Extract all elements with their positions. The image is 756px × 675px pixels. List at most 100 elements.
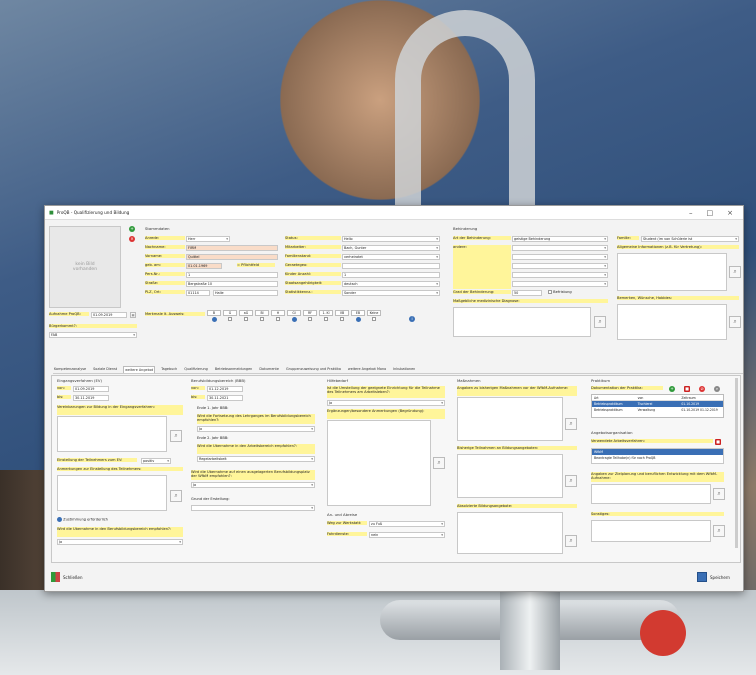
close-button[interactable]: Schließen — [51, 572, 82, 582]
panel-scrollbar[interactable] — [735, 378, 738, 548]
massnahmen-c-textarea[interactable] — [457, 512, 563, 554]
merkmal-box[interactable] — [372, 317, 376, 321]
tab-item[interactable]: weitere Angebot Mono — [347, 366, 387, 373]
vorname-field[interactable]: Quittel — [186, 254, 278, 260]
eingang-von-field[interactable]: 01.09.2019 — [73, 386, 109, 392]
merkmal-box[interactable] — [211, 317, 217, 322]
ausgelagert-select[interactable]: Ja — [191, 482, 315, 488]
massnahmen-b-textarea[interactable] — [457, 454, 563, 498]
calendar-icon[interactable]: ▦ — [130, 312, 136, 318]
search-praktikum-icon[interactable]: ⌕ — [714, 386, 720, 392]
save-button[interactable]: Speichern — [697, 572, 730, 582]
merkmal-box[interactable] — [228, 317, 232, 321]
einstellung-select[interactable]: positiv — [141, 458, 171, 464]
uebernahme-select[interactable]: Ja — [57, 539, 183, 545]
hilfe-search-icon[interactable]: ⌕ — [433, 457, 445, 469]
strasse-field[interactable]: Bergstraße 10 — [186, 281, 278, 287]
delete-photo-icon[interactable]: × — [129, 236, 135, 242]
merkmal-checkbox[interactable]: B — [207, 310, 221, 322]
bemerken-search-icon[interactable]: ⌕ — [729, 316, 741, 328]
merkmal-checkbox[interactable]: Keine — [367, 310, 381, 322]
tab-item[interactable]: weitere Angebot — [123, 366, 156, 373]
eingang-ziele-search-icon[interactable]: ⌕ — [170, 430, 182, 442]
merkmal-box[interactable] — [291, 317, 297, 322]
merkmal-box[interactable] — [260, 317, 264, 321]
minimize-icon[interactable]: – — [689, 209, 693, 217]
geraetegeo-field[interactable] — [342, 263, 440, 269]
grund-select[interactable] — [191, 505, 315, 511]
zielplanung-textarea[interactable] — [591, 484, 711, 504]
andere-select-4[interactable] — [512, 272, 608, 278]
zielplanung-search-icon[interactable]: ⌕ — [713, 488, 725, 500]
massnahmen-b-search-icon[interactable]: ⌕ — [565, 475, 577, 487]
merkmal-checkbox[interactable]: 1. Kl — [319, 310, 333, 322]
merkmal-checkbox[interactable]: G — [223, 310, 237, 322]
close-icon[interactable]: × — [727, 209, 733, 217]
bbb-von-field[interactable]: 01.12.2019 — [207, 386, 243, 392]
merkmal-checkbox[interactable]: Gl — [287, 310, 301, 322]
allg-info-textarea[interactable] — [617, 253, 727, 291]
tab-item[interactable]: Dokumente — [258, 366, 280, 373]
buergerkommt-select[interactable]: FAB — [49, 332, 137, 338]
maximize-icon[interactable]: □ — [707, 209, 714, 217]
andere-select-2[interactable] — [512, 254, 608, 260]
merkmal-box[interactable] — [340, 317, 344, 321]
remove-verfahren-icon[interactable]: ■ — [715, 439, 721, 445]
list-item[interactable]: Beantragte Teilhabe(n) für nach ProQB — [592, 455, 723, 461]
familienstand-select[interactable]: verheiratet — [342, 254, 440, 260]
jahr2-select[interactable]: Regelarbeitsbeit — [197, 456, 315, 462]
tab-item[interactable]: Qualifizierung — [183, 366, 209, 373]
weg-select[interactable]: zu Fuß — [369, 521, 445, 527]
sonstiges-search-icon[interactable]: ⌕ — [713, 525, 725, 537]
merkmal-checkbox[interactable]: Bl — [255, 310, 269, 322]
photo-placeholder[interactable]: kein Bild vorhanden — [49, 226, 121, 308]
status-select[interactable]: Hello — [342, 236, 440, 242]
tab-item[interactable]: Tagebuch — [160, 366, 178, 373]
mitarbeiter-select[interactable]: Bach, Gunter — [342, 245, 440, 251]
merkmal-checkbox[interactable]: H — [271, 310, 285, 322]
gebdatum-field[interactable]: 01.01.1969 — [186, 263, 222, 269]
table-row[interactable]: Betriebspraktikum Verwaltung 01.10.2019 01… — [592, 407, 723, 413]
delete-praktikum-icon[interactable]: ■ — [684, 386, 690, 392]
andere-select-5[interactable] — [512, 281, 608, 287]
merkmal-box[interactable] — [355, 317, 361, 322]
aufnahme-date-field[interactable]: 01.09.2019 — [91, 312, 127, 318]
add-photo-icon[interactable]: + — [129, 226, 135, 232]
add-praktikum-icon[interactable]: + — [669, 386, 675, 392]
massnahmen-a-textarea[interactable] — [457, 397, 563, 441]
tab-item[interactable]: Inkubationen — [392, 366, 416, 373]
massnahmen-c-search-icon[interactable]: ⌕ — [565, 535, 577, 547]
nachname-field[interactable]: FIRM — [186, 245, 278, 251]
merkmal-checkbox[interactable]: EB — [351, 310, 365, 322]
staatsangehoerigkeit-select[interactable]: deutsch — [342, 281, 440, 287]
statistik-select[interactable]: Sonder — [342, 290, 440, 296]
bemerken-textarea[interactable] — [617, 304, 727, 340]
fahrdienst-select[interactable]: nein — [369, 532, 445, 538]
anrede-select[interactable]: Herr — [186, 236, 230, 242]
familie-select[interactable]: Student (im von Schülerie ist — [641, 236, 739, 242]
massnahmen-a-search-icon[interactable]: ⌕ — [565, 418, 577, 430]
kinder-field[interactable]: 1 — [342, 272, 440, 278]
allg-info-search-icon[interactable]: ⌕ — [729, 266, 741, 278]
hilfe-select[interactable]: Ja — [327, 400, 445, 406]
ort-field[interactable]: Halle — [213, 290, 278, 296]
einstellung-anmerkung-textarea[interactable] — [57, 475, 167, 511]
merkmal-checkbox[interactable]: aG — [239, 310, 253, 322]
grad-field[interactable]: 50 — [512, 290, 542, 296]
merkmal-checkbox[interactable]: VB — [335, 310, 349, 322]
jahr1-select[interactable]: Ja — [197, 426, 315, 432]
bbb-bis-field[interactable]: 30.11.2021 — [207, 395, 243, 401]
tab-item[interactable]: Gruppenzuweisung und Praktika — [285, 366, 342, 373]
einstellung-search-icon[interactable]: ⌕ — [170, 490, 182, 502]
tab-item[interactable]: Soziale Dienst — [92, 366, 118, 373]
diagnose-textarea[interactable] — [453, 307, 591, 337]
merkmal-box[interactable] — [244, 317, 248, 321]
art-behinderung-select[interactable]: geistige Behinderung — [512, 236, 608, 242]
tab-item[interactable]: Betriebsanmeldungen — [214, 366, 253, 373]
cancel-praktikum-icon[interactable]: ⊘ — [699, 386, 705, 392]
andere-select-3[interactable] — [512, 263, 608, 269]
befristung-checkbox[interactable]: Befristung — [548, 290, 572, 294]
zustimmung-radio[interactable]: Zustimmung erforderlich — [57, 517, 108, 522]
sonstiges-textarea[interactable] — [591, 520, 711, 542]
hilfe-erg-textarea[interactable] — [327, 420, 431, 506]
